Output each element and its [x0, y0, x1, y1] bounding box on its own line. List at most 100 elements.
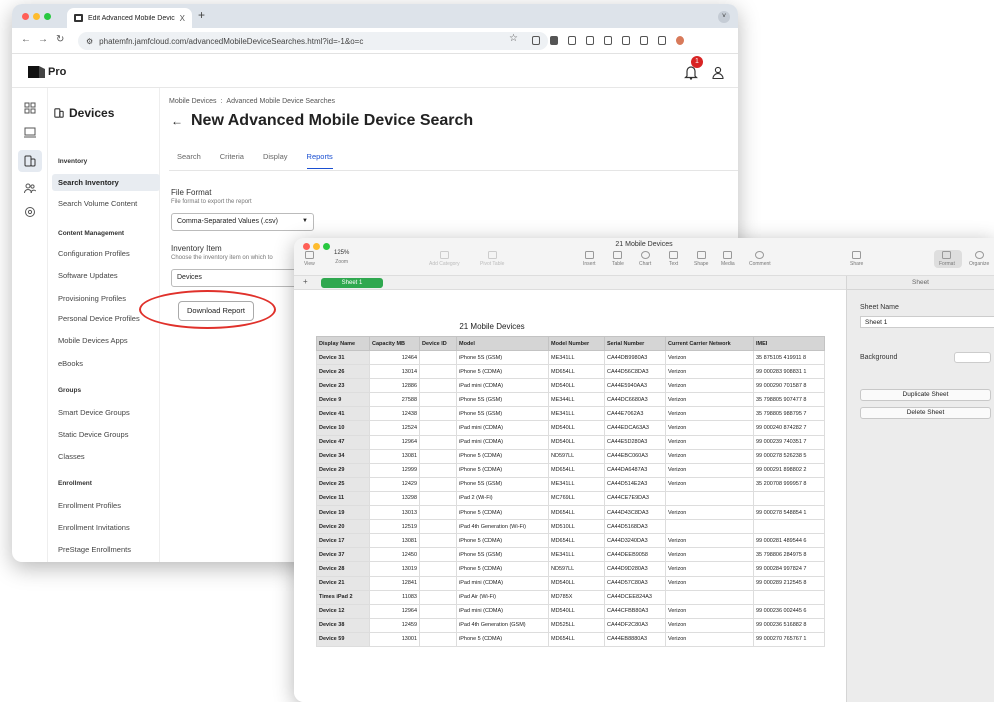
table-cell[interactable]: iPhone 5S (GSM)	[456, 349, 549, 366]
table-cell[interactable]: MD540LL	[548, 603, 605, 619]
url-input[interactable]: ⚙ phatemfn.jamfcloud.com/advancedMobileD…	[78, 32, 548, 50]
inventory-item-select[interactable]: Devices ▼	[171, 269, 314, 287]
maximize-window-button[interactable]	[44, 13, 51, 20]
table-cell[interactable]: MD540LL	[548, 378, 605, 394]
sidebar-item-search-inventory[interactable]: Search Inventory	[52, 174, 160, 191]
table-cell[interactable]: MD654LL	[548, 462, 605, 478]
table-cell[interactable]: CA44CFBB80A3	[604, 603, 666, 619]
tab-criteria[interactable]: Criteria	[220, 152, 244, 169]
table-cell[interactable]: 12450	[369, 547, 420, 563]
table-cell[interactable]: 12459	[369, 617, 420, 633]
table-cell[interactable]: 13298	[369, 490, 420, 507]
toolbar-zoom-button[interactable]: 125% Zoom	[334, 250, 349, 265]
table-cell[interactable]	[419, 533, 457, 549]
table-cell[interactable]: 35 798805 988795 7	[753, 406, 825, 422]
table-cell[interactable]: CA44E7062A3	[604, 406, 666, 422]
browser-tab[interactable]: Edit Advanced Mobile Devic X	[67, 8, 192, 28]
table-cell[interactable]	[419, 589, 457, 605]
table-cell[interactable]: ME341LL	[548, 349, 605, 366]
table-cell[interactable]: CA44DCEE824A3	[604, 589, 666, 605]
column-header[interactable]: Serial Number	[604, 336, 666, 351]
table-cell[interactable]: iPad mini (CDMA)	[456, 603, 549, 619]
table-cell[interactable]: Device 28	[316, 561, 370, 577]
table-cell[interactable]: Verizon	[665, 603, 754, 619]
table-cell[interactable]: iPhone 5 (CDMA)	[456, 505, 549, 521]
table-cell[interactable]: CA44D514E2A3	[604, 476, 666, 492]
table-cell[interactable]: Verizon	[665, 448, 754, 464]
computers-icon[interactable]	[24, 126, 36, 138]
toolbar-chart-button[interactable]: Chart	[639, 251, 651, 267]
table-cell[interactable]: 99 000236 516882 8	[753, 617, 825, 633]
table-cell[interactable]: Device 31	[316, 349, 370, 366]
table-cell[interactable]: MD654LL	[548, 364, 605, 380]
sidebar-item-provisioning-profiles[interactable]: Provisioning Profiles	[58, 294, 126, 303]
table-cell[interactable]: Verizon	[665, 505, 754, 521]
table-cell[interactable]: 99 000284 997824 7	[753, 561, 825, 577]
table-cell[interactable]: CA44DB9980A3	[604, 349, 666, 366]
table-cell[interactable]: Device 19	[316, 505, 370, 521]
table-cell[interactable]: 35 200708 999957 8	[753, 476, 825, 492]
back-icon[interactable]: ←	[21, 34, 31, 45]
table-cell[interactable]	[419, 378, 457, 394]
table-cell[interactable]: 13081	[369, 448, 420, 464]
table-cell[interactable]: Verizon	[665, 420, 754, 436]
toolbar-insert-button[interactable]: Insert	[583, 251, 596, 267]
sidebar-item-smart-device-groups[interactable]: Smart Device Groups	[58, 408, 130, 417]
table-cell[interactable]: 99 000278 548854 1	[753, 505, 825, 521]
table-cell[interactable]: ME344LL	[548, 392, 605, 408]
table-cell[interactable]: ME341LL	[548, 406, 605, 422]
extension-icon[interactable]	[622, 36, 630, 45]
table-cell[interactable]: Verizon	[665, 547, 754, 563]
sidebar-item-configuration-profiles[interactable]: Configuration Profiles	[58, 249, 130, 258]
table-cell[interactable]: 12964	[369, 434, 420, 450]
profile-avatar[interactable]	[676, 36, 684, 45]
table-cell[interactable]: Verizon	[665, 434, 754, 450]
table-cell[interactable]: 13001	[369, 631, 420, 647]
table-cell[interactable]: iPad mini (CDMA)	[456, 575, 549, 591]
table-cell[interactable]	[753, 519, 825, 535]
tab-search-button[interactable]: ˅	[718, 11, 730, 23]
toolbar-media-button[interactable]: Media	[721, 251, 735, 267]
table-cell[interactable]: iPad mini (CDMA)	[456, 434, 549, 450]
table-cell[interactable]	[419, 364, 457, 380]
table-cell[interactable]: Verizon	[665, 617, 754, 633]
table-cell[interactable]	[419, 561, 457, 577]
inspector-tab-sheet[interactable]: Sheet	[847, 276, 994, 290]
table-cell[interactable]: iPhone 5 (CDMA)	[456, 448, 549, 464]
table-cell[interactable]: iPhone 5 (CDMA)	[456, 533, 549, 549]
table-cell[interactable]: 12886	[369, 378, 420, 394]
table-cell[interactable]: Device 10	[316, 420, 370, 436]
sidebar-item-static-device-groups[interactable]: Static Device Groups	[58, 430, 128, 439]
tab-search[interactable]: Search	[177, 152, 201, 169]
breadcrumb-link[interactable]: Advanced Mobile Device Searches	[226, 98, 335, 105]
new-tab-button[interactable]: +	[198, 8, 205, 22]
table-cell[interactable]: 13013	[369, 505, 420, 521]
sidebar-item-search-volume-content[interactable]: Search Volume Content	[58, 199, 137, 208]
table-cell[interactable]: Device 34	[316, 448, 370, 464]
dashboard-icon[interactable]	[24, 102, 36, 114]
table-cell[interactable]: 35 798806 284975 8	[753, 547, 825, 563]
table-cell[interactable]: Verizon	[665, 392, 754, 408]
extension-icon[interactable]	[550, 36, 558, 45]
table-cell[interactable]: 12438	[369, 406, 420, 422]
table-cell[interactable]: CA44D5168DA3	[604, 519, 666, 535]
table-cell[interactable]: 11083	[369, 589, 420, 605]
sidepanel-icon[interactable]	[658, 36, 666, 45]
table-cell[interactable]: CA44D56C8DA3	[604, 364, 666, 380]
table-cell[interactable]: Verizon	[665, 378, 754, 394]
table-cell[interactable]	[419, 349, 457, 366]
download-icon[interactable]	[640, 36, 648, 45]
sheet-tab[interactable]: Sheet 1	[321, 278, 383, 288]
table-cell[interactable]: CA44D57C80A3	[604, 575, 666, 591]
table-cell[interactable]: iPhone 5 (CDMA)	[456, 462, 549, 478]
table-cell[interactable]: 99 000289 212545 8	[753, 575, 825, 591]
table-cell[interactable]: iPad 4th Generation (Wi-Fi)	[456, 519, 549, 535]
table-cell[interactable]: CA44D43C8DA3	[604, 505, 666, 521]
table-cell[interactable]: CA44DC6680A3	[604, 392, 666, 408]
table-cell[interactable]	[665, 589, 754, 605]
devices-nav-selected[interactable]	[18, 150, 42, 172]
bookmark-star-icon[interactable]: ☆	[509, 33, 518, 44]
table-cell[interactable]: CA44CE7E9DA3	[604, 490, 666, 507]
sidebar-item-prestage-enrollments[interactable]: PreStage Enrollments	[58, 545, 131, 554]
column-header[interactable]: Model Number	[548, 336, 605, 351]
